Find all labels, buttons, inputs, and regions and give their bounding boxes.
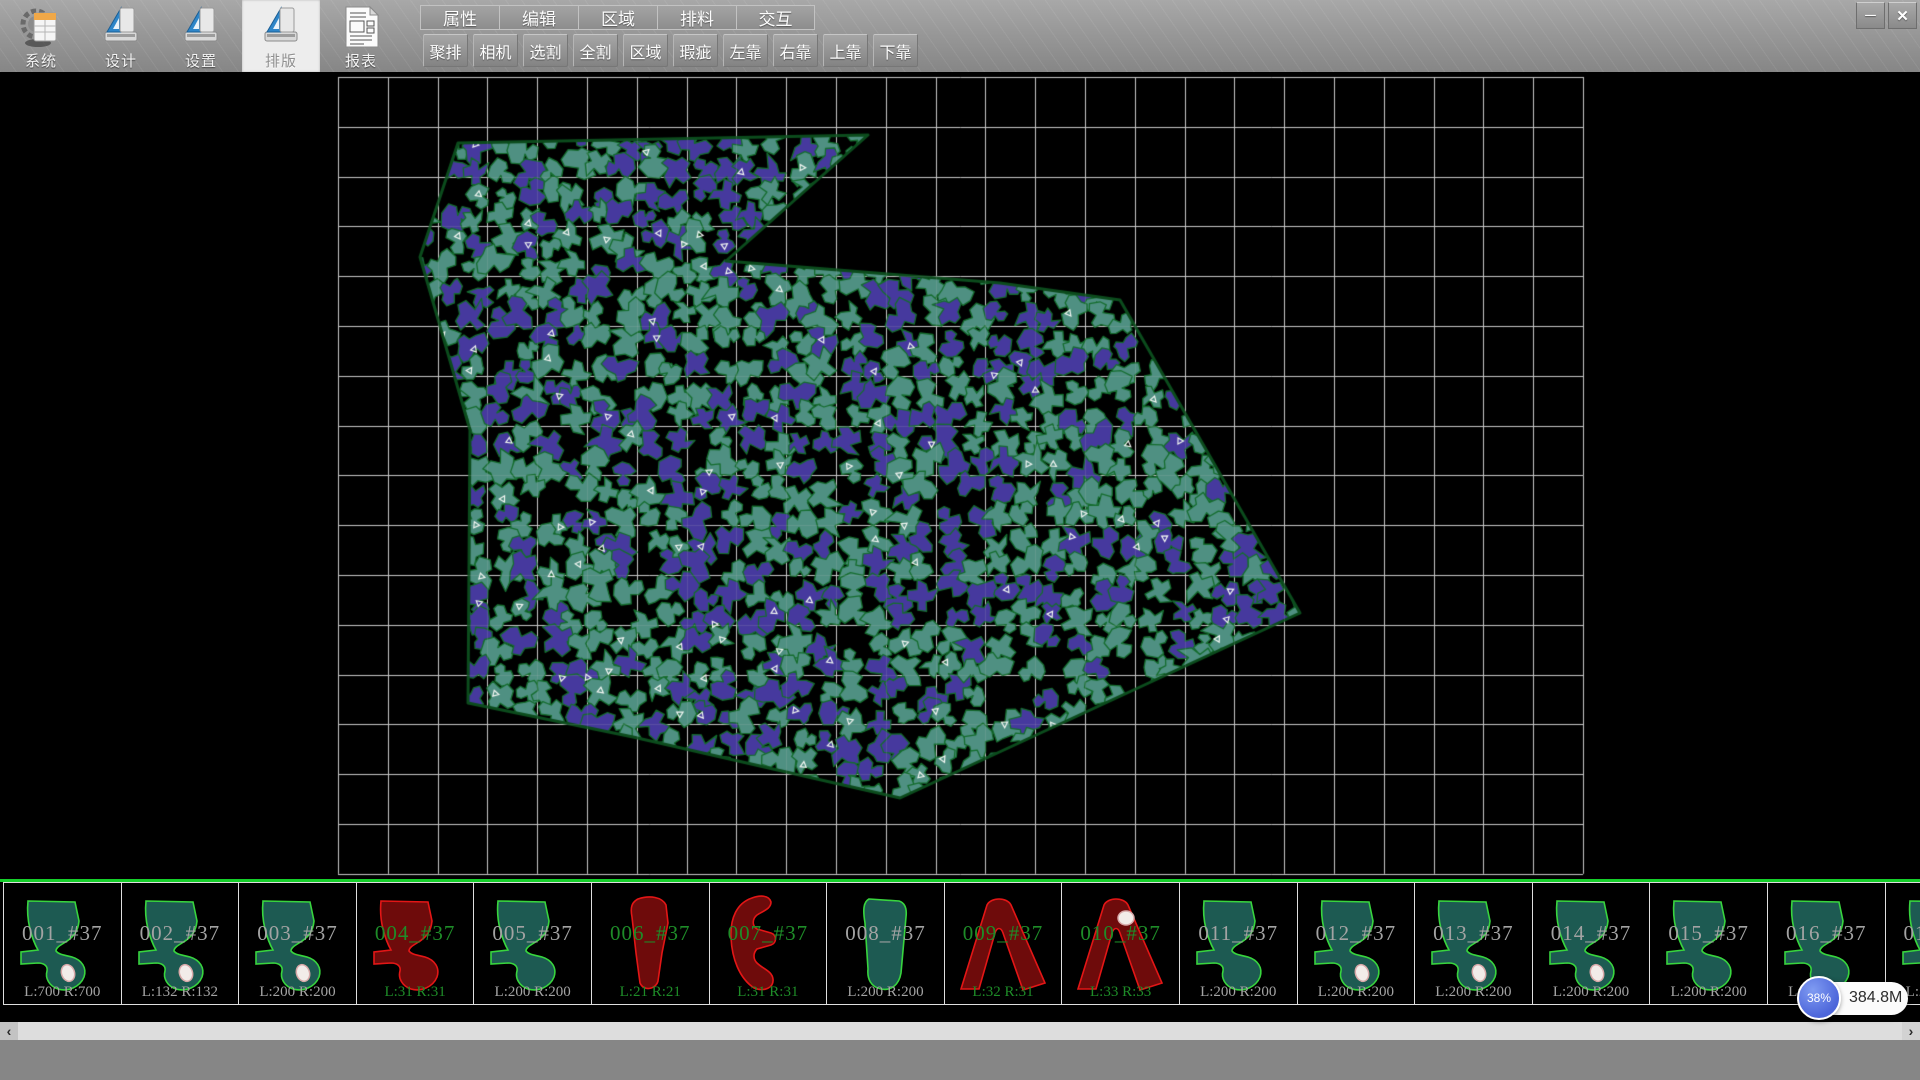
mode-button-label: 报表 <box>345 50 377 71</box>
thumbnail-cell-003_#37[interactable]: 003_#37L:200 R:200 <box>239 882 357 1005</box>
piece-shape <box>482 885 582 1001</box>
thumbnail-cell-009_#37[interactable]: 009_#37L:32 R:31 <box>945 882 1063 1005</box>
menu-tab-bar: 属性编辑区域排料交互 <box>420 5 815 30</box>
thumbnail-cell-004_#37[interactable]: 004_#37L:31 R:31 <box>357 882 475 1005</box>
piece-shape <box>953 885 1053 1001</box>
mode-button-label: 设计 <box>105 50 137 71</box>
horizontal-scrollbar[interactable]: ‹ › <box>0 1022 1920 1040</box>
thumbnail-cell-015_#37[interactable]: 015_#37L:200 R:200 <box>1650 882 1768 1005</box>
settings-icon <box>178 4 224 50</box>
scroll-right-button[interactable]: › <box>1902 1022 1920 1040</box>
piece-shape <box>1306 885 1406 1001</box>
piece-shape <box>12 885 112 1001</box>
mode-button-设计[interactable]: 设计 <box>82 0 160 72</box>
tool-button-bar: 聚排相机选割全割区域瑕疵左靠右靠上靠下靠 <box>423 34 918 67</box>
tool-button-下靠[interactable]: 下靠 <box>873 34 918 67</box>
thumbnail-cell-001_#37[interactable]: 001_#37L:700 R:700 <box>3 882 122 1005</box>
tool-button-上靠[interactable]: 上靠 <box>823 34 868 67</box>
thumbnail-cell-010_#37[interactable]: 010_#37L:33 R:33 <box>1062 882 1180 1005</box>
scrollbar-thumb[interactable] <box>18 1022 1902 1040</box>
tool-button-瑕疵[interactable]: 瑕疵 <box>673 34 718 67</box>
piece-shape <box>130 885 230 1001</box>
minimize-button[interactable]: ─ <box>1856 2 1885 29</box>
piece-shape <box>718 885 818 1001</box>
thumbnail-cell-013_#37[interactable]: 013_#37L:200 R:200 <box>1415 882 1533 1005</box>
mode-button-设置[interactable]: 设置 <box>162 0 240 72</box>
close-button[interactable]: ✕ <box>1888 2 1917 29</box>
thumbnail-cell-014_#37[interactable]: 014_#37L:200 R:200 <box>1533 882 1651 1005</box>
piece-shape <box>1423 885 1523 1001</box>
bottom-status-bar <box>0 1040 1920 1080</box>
thumbnail-cell-012_#37[interactable]: 012_#37L:200 R:200 <box>1298 882 1416 1005</box>
menu-tab-区域[interactable]: 区域 <box>578 5 657 30</box>
thumbnail-cell-011_#37[interactable]: 011_#37L:200 R:200 <box>1180 882 1298 1005</box>
piece-shape <box>1070 885 1170 1001</box>
status-badge: 384.8M 38% <box>1797 976 1909 1020</box>
piece-shape <box>247 885 347 1001</box>
tool-button-区域[interactable]: 区域 <box>623 34 668 67</box>
mode-button-报表[interactable]: 报表 <box>322 0 400 72</box>
thumbnail-cell-005_#37[interactable]: 005_#37L:200 R:200 <box>474 882 592 1005</box>
mode-button-label: 设置 <box>185 50 217 71</box>
nesting-icon <box>258 4 304 50</box>
tool-button-选割[interactable]: 选割 <box>523 34 568 67</box>
menu-tab-交互[interactable]: 交互 <box>736 5 815 30</box>
menu-tab-排料[interactable]: 排料 <box>657 5 736 30</box>
piece-shape <box>365 885 465 1001</box>
menu-tab-属性[interactable]: 属性 <box>420 5 499 30</box>
top-toolbar: 系统设计设置排版报表 属性编辑区域排料交互 聚排相机选割全割区域瑕疵左靠右靠上靠… <box>0 0 1920 72</box>
mode-button-label: 系统 <box>25 50 57 71</box>
piece-shape <box>1188 885 1288 1001</box>
window-controls: ─ ✕ <box>1856 2 1917 29</box>
mode-button-label: 排版 <box>265 50 297 71</box>
thumbnail-cell-002_#37[interactable]: 002_#37L:132 R:132 <box>122 882 240 1005</box>
system-icon <box>18 4 64 50</box>
tool-button-相机[interactable]: 相机 <box>473 34 518 67</box>
thumbnail-cell-007_#37[interactable]: 007_#37L:31 R:31 <box>710 882 828 1005</box>
piece-shape <box>835 885 935 1001</box>
design-icon <box>98 4 144 50</box>
piece-shape <box>1658 885 1758 1001</box>
tool-button-右靠[interactable]: 右靠 <box>773 34 818 67</box>
mode-button-系统[interactable]: 系统 <box>2 0 80 72</box>
piece-shape <box>1541 885 1641 1001</box>
progress-circle: 38% <box>1797 976 1841 1020</box>
tool-button-全割[interactable]: 全割 <box>573 34 618 67</box>
tool-button-左靠[interactable]: 左靠 <box>723 34 768 67</box>
piece-thumbnail-strip: 001_#37L:700 R:700002_#37L:132 R:132003_… <box>0 882 1920 1006</box>
thumbnail-cell-006_#37[interactable]: 006_#37L:21 R:21 <box>592 882 710 1005</box>
tool-button-聚排[interactable]: 聚排 <box>423 34 468 67</box>
memory-usage-text: 384.8M <box>1849 989 1902 1007</box>
mode-button-排版[interactable]: 排版 <box>242 0 320 72</box>
piece-shape <box>600 885 700 1001</box>
thumbnail-cell-008_#37[interactable]: 008_#37L:200 R:200 <box>827 882 945 1005</box>
scroll-left-button[interactable]: ‹ <box>0 1022 18 1040</box>
report-icon <box>338 4 384 50</box>
menu-tab-编辑[interactable]: 编辑 <box>499 5 578 30</box>
